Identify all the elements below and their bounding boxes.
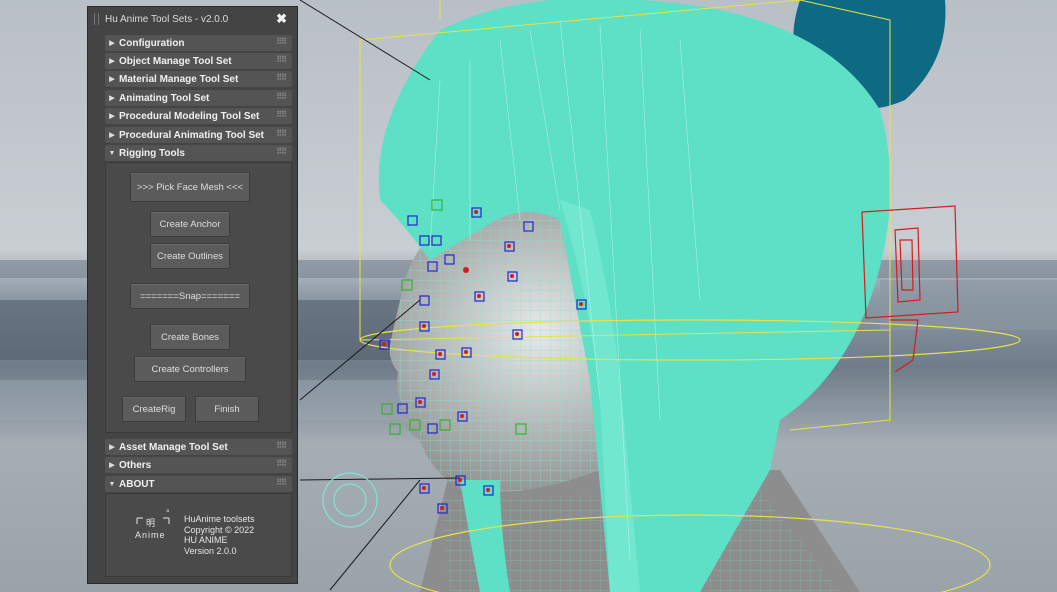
rollout-grip-icon: ⠿⠿ [276, 73, 287, 82]
rollout-procedural-modeling[interactable]: ▶ Procedural Modeling Tool Set ⠿⠿ [105, 108, 292, 124]
rollout-grip-icon: ⠿⠿ [276, 129, 287, 138]
panel-title: Hu Anime Tool Sets - v2.0.0 [105, 13, 229, 25]
logo-word: Anime [135, 530, 166, 540]
finish-button[interactable]: Finish [195, 396, 259, 422]
create-outlines-button[interactable]: Create Outlines [150, 243, 230, 269]
rigging-tools-body: >>> Pick Face Mesh <<< Create Anchor Cre… [105, 162, 292, 433]
rollout-label: Asset Manage Tool Set [119, 441, 228, 453]
rollout-label: Configuration [119, 37, 185, 49]
collapsed-arrow-icon: ▶ [109, 58, 115, 65]
rollout-object-manage[interactable]: ▶ Object Manage Tool Set ⠿⠿ [105, 53, 292, 69]
rollout-grip-icon: ⠿⠿ [276, 110, 287, 119]
rollout-grip-icon: ⠿⠿ [276, 37, 287, 46]
rollout-rigging-tools[interactable]: ▼ Rigging Tools ⠿⠿ [105, 145, 292, 161]
create-anchor-button[interactable]: Create Anchor [150, 211, 230, 237]
rollout-configuration[interactable]: ▶ Configuration ⠿⠿ [105, 35, 292, 51]
rollout-grip-icon: ⠿⠿ [276, 478, 287, 487]
collapsed-arrow-icon: ▶ [109, 76, 115, 83]
expanded-arrow-icon: ▼ [108, 480, 116, 488]
about-info: HuAnime toolsets Copyright © 2022 HU ANI… [184, 514, 255, 556]
about-line: HuAnime toolsets [184, 514, 255, 524]
hu-anime-tool-panel: Hu Anime Tool Sets - v2.0.0 ✖ ▶ Configur… [87, 6, 298, 584]
rollout-material-manage[interactable]: ▶ Material Manage Tool Set ⠿⠿ [105, 71, 292, 87]
close-button[interactable]: ✖ [276, 11, 287, 27]
rollout-about[interactable]: ▼ ABOUT ⠿⠿ [105, 476, 292, 492]
collapsed-arrow-icon: ▶ [109, 132, 115, 139]
create-controllers-button[interactable]: Create Controllers [134, 356, 246, 382]
rollout-grip-icon: ⠿⠿ [276, 92, 287, 101]
rollout-label: Object Manage Tool Set [119, 55, 232, 67]
create-bones-button[interactable]: Create Bones [150, 324, 230, 350]
pick-face-mesh-button[interactable]: >>> Pick Face Mesh <<< [130, 172, 250, 202]
rollout-label: ABOUT [119, 478, 155, 490]
rollout-grip-icon: ⠿⠿ [276, 459, 287, 468]
snap-button[interactable]: =======Snap======= [130, 283, 250, 309]
about-line: HU ANIME [184, 535, 228, 545]
about-line: Copyright © 2022 [184, 524, 255, 535]
collapsed-arrow-icon: ▶ [109, 95, 115, 102]
rollout-procedural-animating[interactable]: ▶ Procedural Animating Tool Set ⠿⠿ [105, 127, 292, 143]
rollout-label: Procedural Animating Tool Set [119, 129, 265, 141]
rollout-label: Rigging Tools [119, 147, 185, 159]
rollout-others[interactable]: ▶ Others ⠿⠿ [105, 457, 292, 473]
collapsed-arrow-icon: ▶ [109, 40, 115, 47]
panel-titlebar[interactable]: Hu Anime Tool Sets - v2.0.0 ✖ [88, 7, 297, 31]
rollout-label: Material Manage Tool Set [119, 73, 239, 85]
rollout-label: Others [119, 459, 152, 471]
rollout-grip-icon: ⠿⠿ [276, 441, 287, 450]
logo-mark: ° [166, 508, 170, 518]
rollout-label: Animating Tool Set [119, 92, 210, 104]
collapsed-arrow-icon: ▶ [109, 444, 115, 451]
collapsed-arrow-icon: ▶ [109, 462, 115, 469]
drag-grip-icon[interactable] [94, 13, 99, 25]
rollout-label: Procedural Modeling Tool Set [119, 110, 260, 122]
create-rig-button[interactable]: CreateRig [122, 396, 186, 422]
collapsed-arrow-icon: ▶ [109, 113, 115, 120]
rollout-animating[interactable]: ▶ Animating Tool Set ⠿⠿ [105, 90, 292, 106]
rollout-grip-icon: ⠿⠿ [276, 55, 287, 64]
expanded-arrow-icon: ▼ [108, 149, 116, 157]
rollout-asset-manage[interactable]: ▶ Asset Manage Tool Set ⠿⠿ [105, 439, 292, 455]
rollout-grip-icon: ⠿⠿ [276, 147, 287, 156]
about-body: 明 ° Anime HuAnime toolsets Copyright © 2… [105, 493, 292, 577]
huanime-logo: 明 ° Anime [135, 508, 171, 548]
about-line: Version 2.0.0 [184, 545, 237, 556]
logo-char: 明 [146, 518, 156, 528]
